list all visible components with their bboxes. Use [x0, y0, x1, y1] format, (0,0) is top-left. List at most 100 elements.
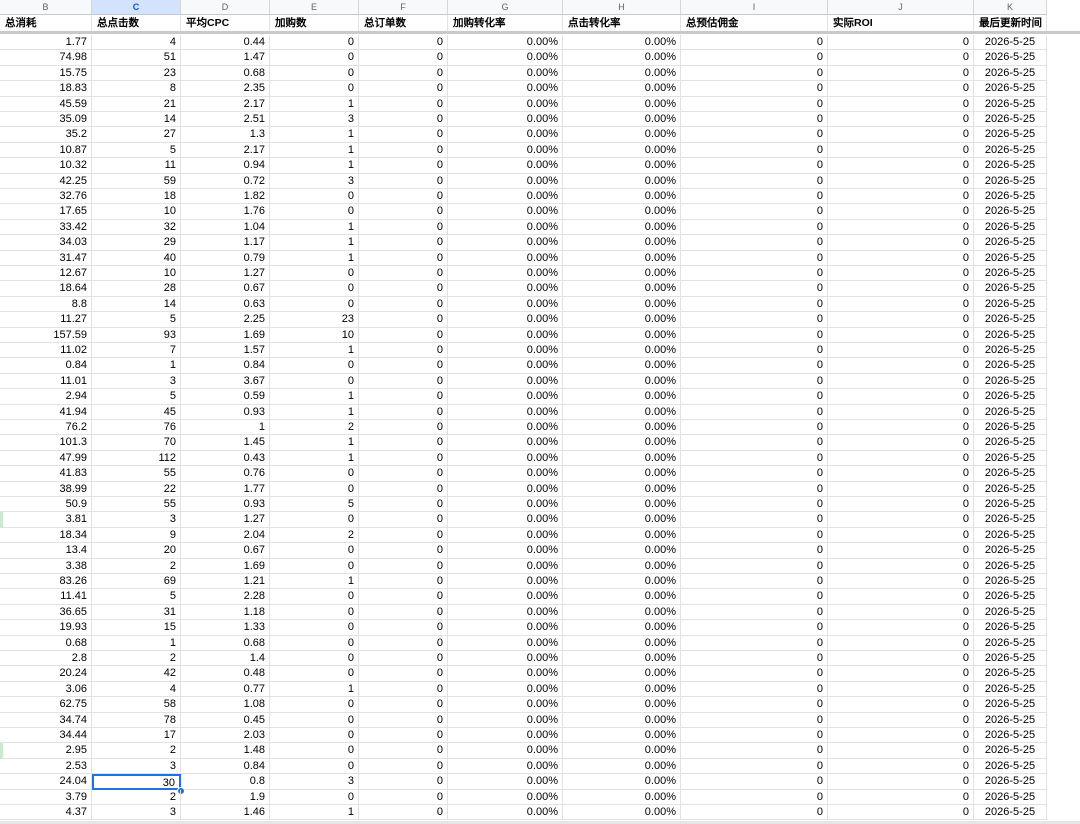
table-cell[interactable]: 1.18 — [181, 604, 270, 621]
table-cell[interactable]: 0 — [828, 620, 974, 636]
table-cell[interactable]: 2026-5-25 — [974, 235, 1047, 251]
table-cell[interactable]: 0 — [828, 142, 974, 159]
table-cell[interactable]: 0.00% — [563, 173, 681, 189]
table-cell[interactable]: 1.46 — [181, 805, 270, 821]
table-cell[interactable]: 0.00% — [448, 312, 563, 328]
table-cell[interactable]: 0.00% — [563, 158, 681, 174]
field-header-cell[interactable]: 总点击数 — [92, 15, 181, 32]
table-cell[interactable]: 2026-5-25 — [974, 758, 1047, 775]
table-cell[interactable]: 0.00% — [448, 604, 563, 621]
table-cell[interactable]: 3 — [92, 512, 181, 528]
table-cell[interactable]: 2 — [92, 743, 181, 759]
table-cell[interactable]: 0 — [270, 373, 359, 390]
table-cell[interactable]: 0.00% — [448, 774, 563, 790]
table-cell[interactable]: 0 — [359, 204, 448, 220]
table-cell[interactable]: 2026-5-25 — [974, 389, 1047, 405]
table-cell[interactable]: 20.24 — [0, 666, 92, 682]
field-header-cell[interactable]: 实际ROI — [828, 15, 974, 32]
table-cell[interactable]: 0 — [828, 281, 974, 297]
table-cell[interactable]: 2.25 — [181, 312, 270, 328]
table-cell[interactable]: 29 — [92, 235, 181, 251]
table-cell[interactable]: 0.00% — [563, 527, 681, 544]
table-cell[interactable]: 0.00% — [563, 250, 681, 266]
table-cell[interactable]: 0 — [359, 635, 448, 651]
column-header-d[interactable]: D — [181, 0, 270, 15]
table-cell[interactable]: 1.47 — [181, 50, 270, 66]
table-cell[interactable]: 11.02 — [0, 343, 92, 359]
table-cell[interactable]: 1.48 — [181, 743, 270, 759]
table-cell[interactable]: 0 — [828, 527, 974, 544]
table-cell[interactable]: 0.00% — [448, 389, 563, 405]
table-cell[interactable]: 11 — [92, 158, 181, 174]
table-cell[interactable]: 0.00% — [563, 142, 681, 159]
table-cell[interactable]: 0 — [828, 712, 974, 728]
table-cell[interactable]: 0 — [828, 127, 974, 143]
table-cell[interactable]: 33.42 — [0, 219, 92, 236]
table-cell[interactable]: 17 — [92, 728, 181, 744]
table-cell[interactable]: 0 — [681, 250, 828, 266]
table-cell[interactable]: 0 — [828, 497, 974, 513]
table-cell[interactable]: 0.00% — [563, 358, 681, 374]
table-cell[interactable]: 0 — [681, 435, 828, 451]
table-cell[interactable]: 0 — [828, 219, 974, 236]
table-cell[interactable]: 0 — [359, 543, 448, 559]
table-cell[interactable]: 0 — [681, 158, 828, 174]
table-cell[interactable]: 2026-5-25 — [974, 635, 1047, 651]
table-cell[interactable]: 47.99 — [0, 450, 92, 467]
table-cell[interactable]: 0 — [270, 728, 359, 744]
table-cell[interactable]: 0.68 — [0, 635, 92, 651]
table-cell[interactable]: 3.81 — [0, 512, 92, 528]
column-header-j[interactable]: J — [828, 0, 974, 15]
table-cell[interactable]: 12.67 — [0, 266, 92, 282]
table-cell[interactable]: 0 — [359, 497, 448, 513]
table-cell[interactable]: 2026-5-25 — [974, 497, 1047, 513]
table-cell[interactable]: 0.00% — [448, 327, 563, 343]
column-header-i[interactable]: I — [681, 0, 828, 15]
table-cell[interactable]: 0 — [828, 574, 974, 590]
table-cell[interactable]: 0 — [828, 312, 974, 328]
table-cell[interactable]: 7 — [92, 343, 181, 359]
table-cell[interactable]: 1.82 — [181, 189, 270, 205]
table-cell[interactable]: 0.00% — [448, 558, 563, 574]
table-cell[interactable]: 0 — [359, 158, 448, 174]
table-cell[interactable]: 2.8 — [0, 651, 92, 667]
table-cell[interactable]: 2.35 — [181, 81, 270, 97]
table-cell[interactable]: 0 — [828, 389, 974, 405]
table-cell[interactable]: 0.00% — [448, 543, 563, 559]
table-cell[interactable]: 0.00% — [448, 420, 563, 436]
table-cell[interactable]: 1.17 — [181, 235, 270, 251]
table-cell[interactable]: 0 — [359, 651, 448, 667]
table-cell[interactable]: 1 — [270, 219, 359, 236]
table-cell[interactable]: 0 — [828, 635, 974, 651]
table-cell[interactable]: 2026-5-25 — [974, 604, 1047, 621]
table-cell[interactable]: 0.00% — [563, 327, 681, 343]
table-cell[interactable]: 0 — [828, 604, 974, 621]
table-cell[interactable]: 0 — [681, 558, 828, 574]
table-cell[interactable]: 0.00% — [563, 543, 681, 559]
table-cell[interactable]: 0.00% — [448, 620, 563, 636]
table-cell[interactable]: 2026-5-25 — [974, 127, 1047, 143]
table-cell[interactable]: 0 — [359, 589, 448, 605]
table-cell[interactable]: 0.00% — [448, 728, 563, 744]
table-cell[interactable]: 35.09 — [0, 112, 92, 128]
table-cell[interactable]: 0.00% — [563, 435, 681, 451]
table-cell[interactable]: 1.04 — [181, 219, 270, 236]
table-cell[interactable]: 0 — [359, 466, 448, 482]
table-cell[interactable]: 0.00% — [563, 266, 681, 282]
table-cell[interactable]: 0 — [359, 743, 448, 759]
table-cell[interactable]: 0 — [681, 450, 828, 467]
table-cell[interactable]: 0.00% — [448, 142, 563, 159]
table-cell[interactable]: 10 — [92, 266, 181, 282]
table-cell[interactable]: 0 — [359, 404, 448, 420]
table-cell[interactable]: 0.00% — [448, 343, 563, 359]
table-cell[interactable]: 2 — [92, 651, 181, 667]
table-cell[interactable]: 2 — [92, 789, 181, 805]
table-cell[interactable]: 23 — [92, 65, 181, 82]
table-cell[interactable]: 2026-5-25 — [974, 343, 1047, 359]
table-cell[interactable]: 1.69 — [181, 558, 270, 574]
table-cell[interactable]: 1 — [181, 420, 270, 436]
table-cell[interactable]: 0 — [270, 589, 359, 605]
table-cell[interactable]: 0.00% — [448, 497, 563, 513]
table-cell[interactable]: 1.9 — [181, 789, 270, 805]
table-cell[interactable]: 1.33 — [181, 620, 270, 636]
